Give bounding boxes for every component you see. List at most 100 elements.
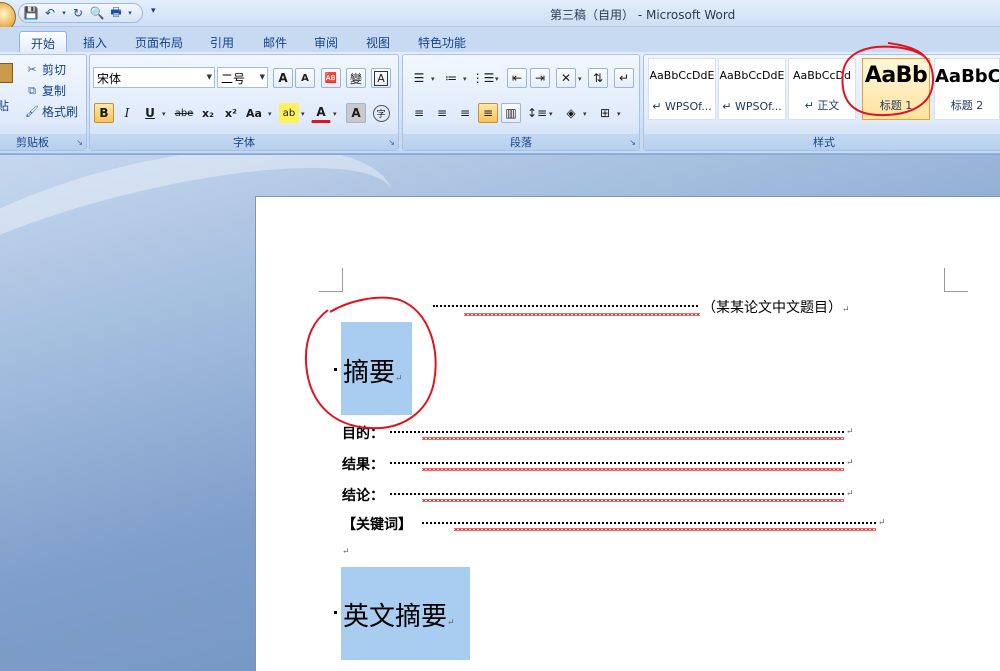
distributed-button[interactable]: ▥ (501, 103, 521, 123)
strikethrough-button[interactable]: abe (174, 103, 194, 123)
bold-button[interactable]: B (94, 103, 114, 123)
empty-paragraph-mark: ↵ (342, 547, 350, 557)
multilevel-list-button[interactable]: ⋮☰ (472, 68, 495, 88)
change-case-dropdown-icon[interactable]: ▾ (268, 110, 272, 118)
print-icon[interactable]: 🖶 (108, 5, 124, 21)
clipboard-group-label: 剪贴板 (0, 134, 86, 150)
quick-access-toolbar: 💾 ↶ ▾ ↻ 🔍 🖶 ▾ (18, 3, 143, 23)
underline-button[interactable]: U (140, 103, 160, 123)
spellcheck-squiggle (422, 437, 844, 440)
paragraph-mark: ↵ (846, 489, 854, 499)
style-heading-2[interactable]: AaBbC 标题 2 (934, 58, 1000, 120)
paragraph-mark: ↵ (846, 427, 854, 437)
window-title: 第三稿（自用） - Microsoft Word (550, 8, 736, 22)
highlight-dropdown-icon[interactable]: ▾ (301, 110, 305, 118)
justify-button[interactable]: ≡ (478, 103, 498, 123)
tab-home[interactable]: 开始 (19, 31, 67, 52)
highlight-button[interactable]: ab (279, 103, 299, 123)
clear-format-button[interactable]: 🆎 (321, 68, 341, 88)
tab-insert[interactable]: 插入 (75, 31, 115, 52)
format-painter-button[interactable]: 🖌 格式刷 (25, 103, 78, 120)
keywords-label: 【关键词】 (342, 517, 412, 533)
borders-button[interactable]: ⊞ (595, 103, 615, 123)
paragraph-group-label: 段落 (403, 134, 639, 150)
save-icon[interactable]: 💾 (23, 5, 39, 21)
align-left-button[interactable]: ≡ (409, 103, 429, 123)
borders-dropdown-icon[interactable]: ▾ (617, 110, 621, 118)
tab-page-layout[interactable]: 页面布局 (128, 31, 190, 52)
baidu-jingyan-logo: Bai du 经验 (760, 572, 935, 605)
conclusion-dot-leader (390, 493, 844, 495)
heading-annotation-circle (304, 296, 437, 430)
tab-view[interactable]: 视图 (357, 31, 399, 52)
shading-button[interactable]: ◈ (561, 103, 581, 123)
grow-font-button[interactable]: A (273, 68, 293, 88)
tab-mailings[interactable]: 邮件 (254, 31, 296, 52)
chinese-layout-dropdown-icon[interactable]: ▾ (578, 75, 582, 83)
show-marks-button[interactable]: ↵ (614, 68, 634, 88)
paragraph-launcher-icon[interactable]: ↘ (629, 138, 636, 147)
style-name: ↵ WPSOf... (722, 100, 782, 113)
qat-dropdown-icon[interactable]: ▾ (127, 5, 133, 21)
bullets-button[interactable]: ☰ (409, 68, 429, 88)
tab-references[interactable]: 引用 (201, 31, 243, 52)
tab-special-features[interactable]: 特色功能 (409, 31, 475, 52)
multilevel-dropdown-icon[interactable]: ▾ (495, 75, 499, 83)
print-preview-icon[interactable]: 🔍 (89, 5, 105, 21)
change-case-button[interactable]: Aa (244, 103, 264, 123)
paste-icon[interactable] (0, 63, 13, 83)
underline-dropdown-icon[interactable]: ▾ (162, 110, 166, 118)
font-name-select[interactable]: 宋体 ▼ (93, 67, 215, 88)
style-sample: AaBbC (935, 66, 999, 87)
align-center-button[interactable]: ≡ (432, 103, 452, 123)
enclose-characters-button[interactable]: 字 (371, 103, 391, 123)
style-sample: AaBbCcDdE (719, 69, 785, 82)
sort-button[interactable]: ⇅ (588, 68, 608, 88)
scissors-icon: ✂ (27, 63, 37, 76)
style-name: 标题 2 (950, 99, 984, 112)
result-dot-leader (390, 462, 844, 464)
font-color-button[interactable]: A (311, 103, 331, 123)
cut-button[interactable]: ✂ 剪切 (25, 61, 66, 78)
italic-button[interactable]: I (117, 103, 137, 123)
margin-corner-top-left (319, 268, 343, 292)
bullets-dropdown-icon[interactable]: ▾ (431, 75, 435, 83)
purpose-dot-leader (390, 431, 844, 433)
margin-corner-top-right (944, 268, 968, 292)
redo-icon[interactable]: ↻ (70, 5, 86, 21)
spellcheck-squiggle (422, 468, 844, 471)
english-abstract-heading[interactable]: 英文摘要↵ (343, 596, 455, 633)
numbering-button[interactable]: ≔ (441, 68, 461, 88)
align-right-button[interactable]: ≡ (455, 103, 475, 123)
character-shading-button[interactable]: A (346, 103, 366, 123)
line-spacing-dropdown-icon[interactable]: ▾ (549, 110, 553, 118)
shrink-font-button[interactable]: A (295, 68, 315, 88)
subscript-button[interactable]: x₂ (198, 103, 218, 123)
font-launcher-icon[interactable]: ↘ (388, 138, 395, 147)
line-spacing-button[interactable]: ↕≡ (527, 103, 547, 123)
undo-dropdown-icon[interactable]: ▾ (61, 5, 67, 21)
font-color-dropdown-icon[interactable]: ▾ (333, 110, 337, 118)
customize-qat-icon[interactable]: ▾ (151, 6, 156, 16)
tab-review[interactable]: 审阅 (305, 31, 347, 52)
spellcheck-squiggle (422, 499, 844, 502)
title-dot-leader (433, 305, 698, 307)
style-wps-office-2[interactable]: AaBbCcDdE ↵ WPSOf... (718, 58, 786, 120)
copy-icon: ⧉ (28, 83, 36, 97)
paragraph-mark: ↵ (846, 458, 854, 468)
decrease-indent-button[interactable]: ⇤ (507, 68, 527, 88)
clipboard-launcher-icon[interactable]: ↘ (76, 138, 83, 147)
shading-dropdown-icon[interactable]: ▾ (583, 110, 587, 118)
font-size-select[interactable]: 二号 ▼ (217, 67, 268, 88)
character-border-button[interactable]: A (371, 68, 391, 88)
superscript-button[interactable]: x² (221, 103, 241, 123)
copy-button[interactable]: ⧉ 复制 (25, 82, 66, 99)
undo-icon[interactable]: ↶ (42, 5, 58, 21)
chinese-layout-button[interactable]: ✕ (556, 68, 576, 88)
numbering-dropdown-icon[interactable]: ▾ (463, 75, 467, 83)
increase-indent-button[interactable]: ⇥ (530, 68, 550, 88)
paste-button[interactable]: 贴 (0, 97, 9, 114)
style-wps-office-1[interactable]: AaBbCcDdE ↵ WPSOf... (648, 58, 716, 120)
paragraph-mark: ↵ (878, 518, 886, 528)
phonetic-guide-button[interactable]: 變 (346, 68, 366, 88)
